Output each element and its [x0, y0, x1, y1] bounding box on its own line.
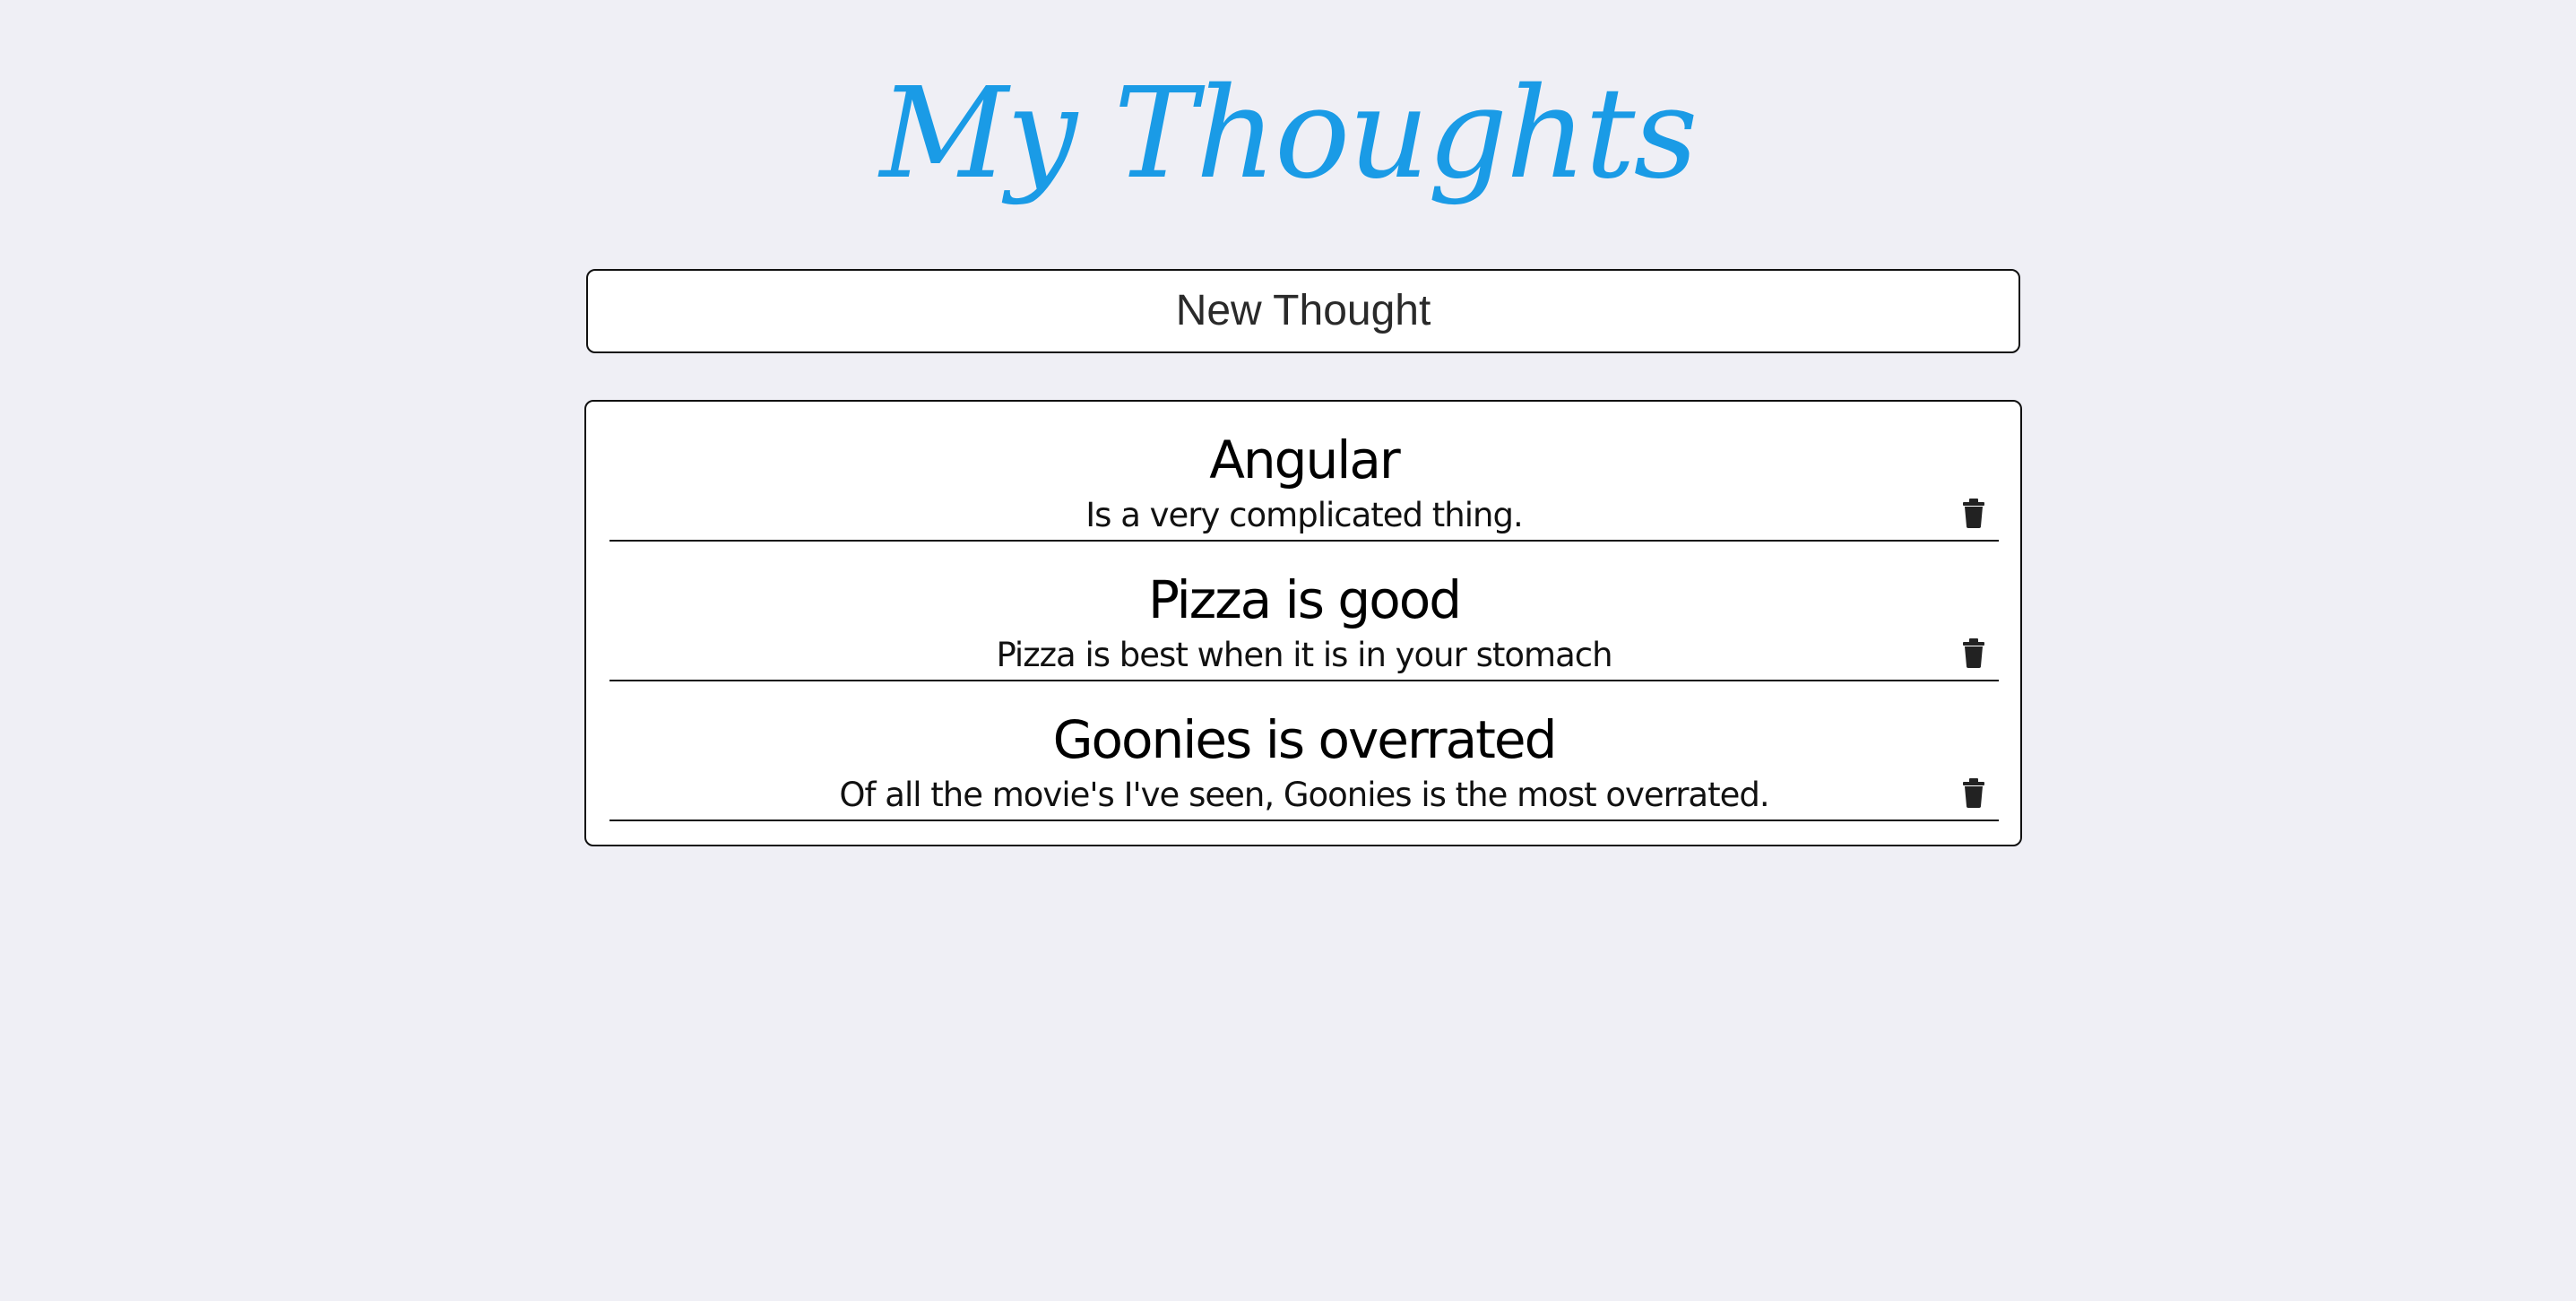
thought-body: Pizza is best when it is in your stomach [996, 636, 1612, 674]
new-thought-button[interactable]: New Thought [586, 269, 2020, 353]
delete-thought-button[interactable] [1956, 635, 1992, 671]
thought-list: Angular Is a very complicated thing. Piz… [584, 400, 2022, 846]
thought-title: Angular [1209, 429, 1401, 490]
thought-item: Goonies is overrated Of all the movie's … [609, 681, 1999, 821]
thought-title: Goonies is overrated [1052, 709, 1558, 770]
thought-body: Of all the movie's I've seen, Goonies is… [839, 776, 1769, 814]
trash-icon [1963, 638, 1984, 668]
thought-body: Is a very complicated thing. [1085, 496, 1523, 534]
thought-item: Angular Is a very complicated thing. [609, 402, 1999, 542]
trash-icon [1963, 778, 1984, 808]
app-title: My Thoughts [879, 61, 1699, 207]
thought-title: Pizza is good [1147, 569, 1462, 630]
trash-icon [1963, 499, 1984, 528]
delete-thought-button[interactable] [1956, 775, 1992, 811]
thought-item: Pizza is good Pizza is best when it is i… [609, 542, 1999, 681]
delete-thought-button[interactable] [1956, 495, 1992, 531]
